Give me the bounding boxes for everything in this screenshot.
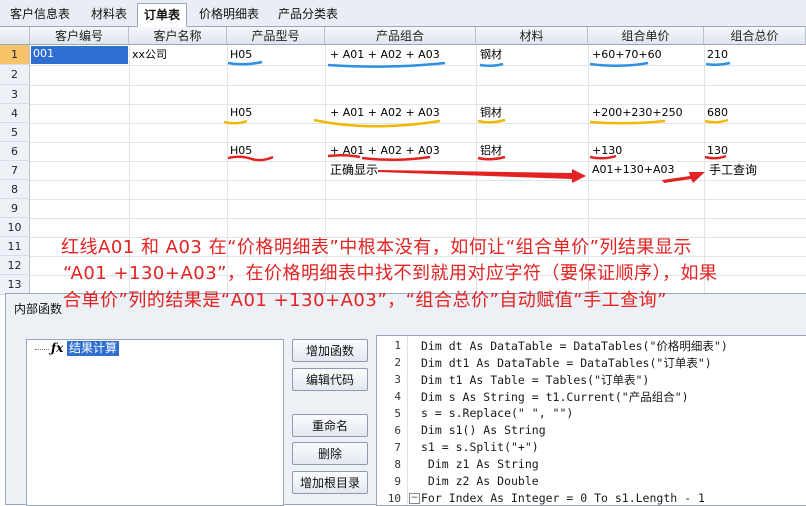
underline-red [327, 153, 361, 159]
tree-connector [35, 349, 49, 350]
line-number: 4 [394, 390, 401, 403]
arrow-icon [662, 172, 705, 183]
add-function-button[interactable]: 增加函数 [292, 339, 368, 362]
annotation-text-line-2: “A01 +130+A03”，在价格明细表中找不到就用对应字符（要保证顺序），如… [63, 263, 718, 284]
underline-blue [479, 62, 504, 68]
code-editor[interactable]: 1 2 3 4 5 6 7 8 9 10 − Dim dt As DataTab… [376, 335, 806, 506]
function-tree[interactable]: ƒx 结果计算 [26, 339, 284, 506]
code-line-6: Dim s1() As String [421, 423, 546, 437]
edit-code-button[interactable]: 编辑代码 [292, 368, 368, 391]
dialog-title: 内部函数 [14, 302, 63, 316]
underline-yellow [704, 118, 729, 124]
tree-item-result-calc[interactable]: 结果计算 [67, 341, 120, 356]
code-line-1: Dim dt As DataTable = DataTables("价格明细表"… [421, 339, 728, 353]
line-number: 9 [394, 475, 401, 488]
delete-button[interactable]: 删除 [292, 442, 368, 465]
fx-icon: ƒx [51, 341, 64, 355]
code-line-3: Dim t1 As Table = Tables("订单表") [421, 373, 650, 387]
underline-red [589, 154, 617, 160]
underline-yellow [313, 118, 441, 128]
line-number: 5 [394, 407, 401, 420]
line-number: 1 [394, 339, 401, 352]
underline-yellow [223, 119, 248, 125]
code-line-5: s = s.Replace(" ", "") [421, 406, 574, 420]
code-line-4: Dim s As String = t1.Current("产品组合") [421, 390, 689, 404]
underline-blue [589, 61, 649, 67]
line-number: 7 [394, 441, 401, 454]
line-number: 6 [394, 424, 401, 437]
line-number: 2 [394, 356, 401, 369]
underline-blue [227, 60, 263, 66]
underline-yellow [589, 119, 666, 125]
line-number: 3 [394, 373, 401, 386]
underline-blue [327, 61, 446, 68]
collapse-icon[interactable]: − [409, 493, 420, 504]
annotation-text-line-3: 合单价”列的结果是“A01 +130+A03”，“组合总价”自动赋值“手工查询” [63, 290, 667, 311]
code-line-2: Dim dt1 As DataTable = DataTables("订单表") [421, 356, 712, 370]
underline-red [227, 155, 274, 162]
code-line-9: Dim z2 As Double [421, 474, 539, 488]
underline-yellow [477, 118, 506, 124]
underline-red [361, 155, 431, 162]
line-number: 10 [387, 492, 401, 505]
internal-functions-dialog: 内部函数 ƒx 结果计算 增加函数 编辑代码 重命名 删除 增加根目录 1 2 … [5, 293, 806, 506]
add-root-button[interactable]: 增加根目录 [292, 471, 368, 494]
arrow-icon [378, 169, 586, 183]
code-line-7: s1 = s.Split("+") [421, 440, 539, 454]
rename-button[interactable]: 重命名 [292, 414, 368, 437]
underline-red [477, 155, 506, 161]
line-number: 8 [394, 458, 401, 471]
annotation-text-line-1: 红线A01 和 A03 在“价格明细表”中根本没有，如何让“组合单价”列结果显示 [61, 237, 692, 258]
code-line-8: Dim z1 As String [421, 457, 539, 471]
underline-blue [705, 61, 731, 67]
underline-red [704, 154, 727, 160]
